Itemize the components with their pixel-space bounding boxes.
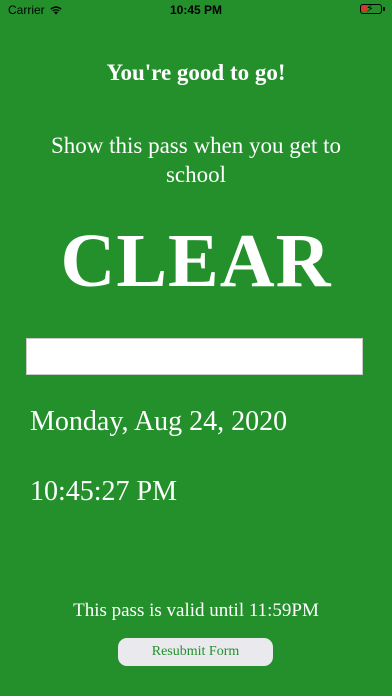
pass-code-bar — [26, 338, 363, 375]
pass-date: Monday, Aug 24, 2020 — [30, 406, 288, 437]
battery-icon: ⚡ — [360, 3, 385, 15]
pass-instructions: Show this pass when you get to school — [50, 133, 342, 187]
status-bar: Carrier 10:45 PM ⚡ — [0, 0, 392, 22]
pass-validity: This pass is valid until 11:59PM — [73, 600, 319, 621]
pass-headline: You're good to go! — [106, 60, 286, 85]
status-time: 10:45 PM — [169, 3, 223, 17]
resubmit-form-button[interactable]: Resubmit Form — [118, 638, 273, 666]
pass-time: 10:45:27 PM — [30, 476, 178, 507]
pass-status: CLEAR — [60, 219, 332, 303]
charging-bolt-icon: ⚡ — [366, 3, 374, 15]
